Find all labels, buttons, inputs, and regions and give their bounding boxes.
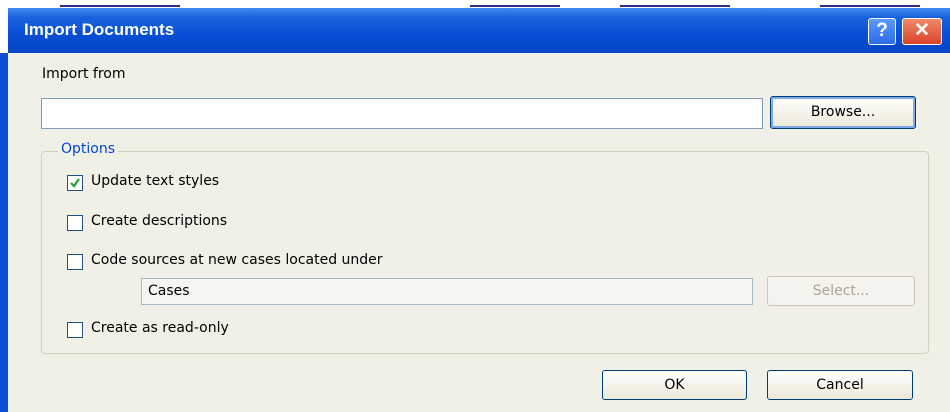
import-from-label: Import from — [42, 66, 126, 82]
dialog-titlebar[interactable]: Import Documents ? ✕ — [8, 8, 950, 53]
browse-button[interactable]: Browse... — [770, 96, 916, 129]
background-line — [470, 5, 560, 7]
select-button: Select... — [767, 276, 915, 306]
background-line — [60, 5, 180, 7]
window-left-border — [0, 53, 8, 412]
code-sources-checkbox[interactable] — [67, 254, 83, 270]
create-read-only-label[interactable]: Create as read-only — [91, 320, 229, 336]
close-x-icon: ✕ — [914, 20, 930, 41]
background-strip — [0, 0, 950, 8]
question-mark-icon: ? — [876, 20, 888, 41]
checkmark-icon — [70, 178, 80, 188]
background-line — [820, 5, 920, 7]
cases-path-field: Cases — [141, 278, 753, 305]
create-descriptions-label[interactable]: Create descriptions — [91, 213, 227, 229]
background-line — [620, 5, 730, 7]
update-text-styles-label[interactable]: Update text styles — [91, 173, 219, 189]
update-text-styles-checkbox[interactable] — [67, 175, 83, 191]
code-sources-label[interactable]: Code sources at new cases located under — [91, 252, 383, 268]
create-descriptions-checkbox[interactable] — [67, 215, 83, 231]
cancel-button[interactable]: Cancel — [767, 370, 913, 400]
create-read-only-checkbox[interactable] — [67, 322, 83, 338]
close-button[interactable]: ✕ — [902, 18, 942, 45]
help-button[interactable]: ? — [868, 18, 896, 45]
dialog-title: Import Documents — [24, 20, 175, 39]
ok-button[interactable]: OK — [602, 370, 747, 400]
options-legend: Options — [58, 141, 119, 157]
dialog-body: Import from Browse... Options Update tex… — [8, 53, 950, 412]
import-path-input[interactable] — [41, 98, 763, 129]
